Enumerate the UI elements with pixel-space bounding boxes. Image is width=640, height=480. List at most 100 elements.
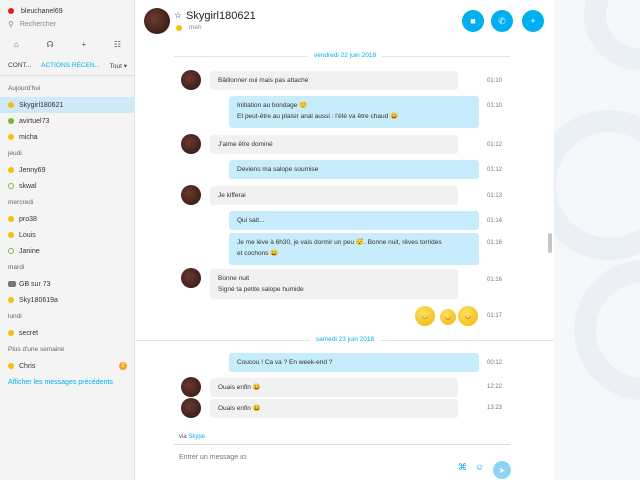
conversation-title[interactable]: Skygirl180621 [186,10,256,22]
filter-dropdown[interactable]: Tout ▾ [102,62,135,70]
add-icon[interactable]: + [81,40,86,49]
home-icon[interactable]: ⌂ [14,40,19,49]
contact-name: avirtuel73 [19,117,50,125]
date-separator: vendredi 22 juin 2018 [136,52,554,59]
presence-icon [8,232,14,238]
message-outgoing[interactable]: Je me lève à 6h30, je vais dormir un peu… [229,233,479,265]
message-time: 01:10 [487,78,503,84]
contact-item[interactable]: pro38 [0,211,135,227]
message-outgoing[interactable]: Qui sait... [229,211,479,230]
message-outgoing[interactable]: Coucou ! Ca va ? En week-end ? [229,353,479,372]
presence-icon [8,248,14,254]
avatar[interactable] [181,398,201,418]
contact-item[interactable]: Chris 2 [0,358,135,374]
contact-item[interactable]: GB sur 73 [0,276,135,292]
presence-icon [8,183,14,189]
contact-item[interactable]: micha [0,129,135,145]
message-time: 12:22 [487,384,503,390]
conversation-header: ☆ Skygirl180621 meh ■ ✆ + [136,0,554,44]
contact-item[interactable]: avirtuel73 [0,113,135,129]
bulb-icon[interactable]: ☊ [47,40,54,49]
profile-name: bleuchanel69 [21,7,63,15]
via-skype-link[interactable]: Skype [188,434,205,440]
avatar[interactable] [181,185,201,205]
contact-item[interactable]: Skygirl180621 [0,97,135,113]
search-box[interactable]: ⚲ Rechercher [8,19,56,29]
message-outgoing[interactable]: Deviens ma salope soumise [229,160,479,179]
contact-name: micha [19,133,38,141]
group-heading: Aujourd'hui [8,85,41,92]
audio-call-button[interactable]: ✆ [491,10,513,32]
group-heading: mercredi [8,199,34,206]
presence-icon [8,134,14,140]
divider [174,444,510,445]
avatar[interactable] [144,8,170,34]
message-list[interactable]: vendredi 22 juin 2018 Bâillonner oui mai… [136,44,554,426]
add-participant-button[interactable]: + [522,10,544,32]
message-input[interactable] [179,454,459,461]
presence-icon [8,297,14,303]
send-button[interactable]: ➤ [493,461,511,479]
contact-item[interactable]: Louis [0,227,135,243]
composer: via Skype ⌘ ☺ ➤ [136,426,554,480]
contact-item[interactable]: Sky180619a [0,292,135,308]
message-incoming[interactable]: J'aime être dominé [210,135,458,154]
avatar[interactable] [181,377,201,397]
message-incoming[interactable]: Je kifferai [210,186,458,205]
contact-name: Jenny69 [19,166,46,174]
contact-item[interactable]: Janine [0,243,135,259]
presence-icon [8,330,14,336]
tab-contacts[interactable]: CONT... [0,62,31,69]
presence-icon [8,102,14,108]
avatar[interactable] [181,134,201,154]
message-time: 00:12 [487,360,503,366]
via-label: via Skype [179,434,206,440]
contacts-icon[interactable]: ☷ [114,40,121,49]
phone-icon: ✆ [498,15,506,26]
contact-name: secret [19,329,39,337]
presence-busy-icon [8,8,14,14]
scrollbar-thumb[interactable] [548,233,552,253]
message-time: 01:13 [487,193,503,199]
message-time: 01:17 [487,313,503,319]
date-separator: samedi 23 juin 2018 [136,336,554,343]
smile-emoji-icon[interactable]: ◡ [440,309,456,325]
message-incoming[interactable]: Ouais enfin 😀 [210,399,458,418]
background-decoration [554,0,640,480]
smile-emoji-icon[interactable]: ◡ [458,306,478,326]
emoticon-icon[interactable]: ☺ [475,462,484,472]
presence-icon [8,118,14,124]
message-incoming[interactable]: Bâillonner oui mais pas attaché [210,71,458,90]
contact-item[interactable]: skwal [0,178,135,194]
contact-item[interactable]: Jenny69 [0,162,135,178]
presence-away-icon [176,25,182,31]
search-icon: ⚲ [8,19,14,29]
contact-name: pro38 [19,215,37,223]
profile[interactable]: bleuchanel69 [8,6,63,16]
show-previous-link[interactable]: Afficher les messages précédents [0,374,135,392]
attach-icon[interactable]: ⌘ [458,462,467,473]
search-placeholder: Rechercher [19,20,57,28]
group-heading: jeudi [8,150,22,157]
favorite-star-icon[interactable]: ☆ [174,10,182,21]
message-time: 01:12 [487,142,503,148]
video-camera-icon: ■ [470,16,476,26]
presence-icon [8,167,14,173]
contact-name: Sky180619a [19,296,58,304]
avatar[interactable] [181,70,201,90]
avatar[interactable] [181,268,201,288]
add-person-icon: + [530,16,536,26]
contact-name: Louis [19,231,36,239]
presence-icon [8,216,14,222]
message-outgoing[interactable]: Initiation au bondage 🙂 Et peut-être au … [229,96,479,128]
tab-recent[interactable]: ACTIONS RÉCEN... [31,62,100,69]
message-incoming[interactable]: Bonne nuit Signé ta petite salope humide [210,269,458,299]
mood-message: meh [189,24,202,31]
message-time: 01:12 [487,167,503,173]
contact-name: Skygirl180621 [19,101,64,109]
smile-emoji-icon[interactable]: ◡ [415,306,435,326]
message-time: 01:16 [487,277,503,283]
contact-item[interactable]: secret [0,325,135,341]
video-call-button[interactable]: ■ [462,10,484,32]
message-incoming[interactable]: Ouais enfin 😀 [210,378,458,397]
